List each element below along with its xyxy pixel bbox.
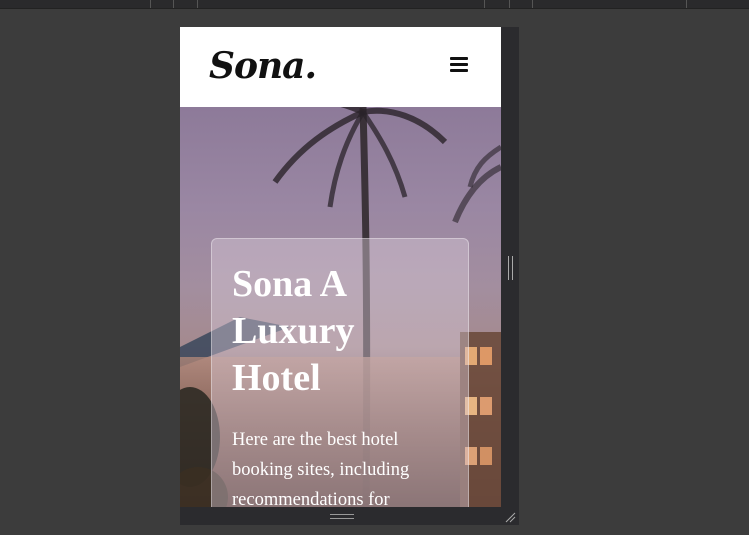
hero-description: Here are the best hotel booking sites, i… — [232, 430, 410, 507]
hero-section: Sona A Luxury Hotel Here are the best ho… — [180, 107, 501, 507]
site-header: Sona. — [180, 27, 501, 107]
site-logo[interactable]: Sona. — [209, 45, 317, 87]
menu-bar — [450, 69, 468, 72]
toolbar-divider — [150, 0, 151, 8]
toolbar-divider — [532, 0, 533, 8]
toolbar-divider — [686, 0, 687, 8]
vertical-scrollbar[interactable] — [501, 27, 519, 507]
menu-bar — [450, 63, 468, 66]
editor-top-toolbar — [0, 0, 749, 9]
frame-bottom-bar — [180, 507, 519, 525]
toolbar-divider — [197, 0, 198, 8]
hero-text-card: Sona A Luxury Hotel Here are the best ho… — [211, 238, 469, 507]
hamburger-menu-icon[interactable] — [450, 57, 468, 73]
toolbar-divider — [484, 0, 485, 8]
mobile-preview-frame: Sona. Sona A Luxury Hotel Here are the b… — [180, 27, 519, 525]
hero-title: Sona A Luxury Hotel — [232, 263, 355, 399]
scrollbar-grip-icon[interactable] — [508, 256, 513, 280]
drag-handle-icon[interactable] — [330, 514, 354, 519]
menu-bar — [450, 57, 468, 60]
toolbar-divider — [173, 0, 174, 8]
mobile-viewport[interactable]: Sona. Sona A Luxury Hotel Here are the b… — [180, 27, 501, 507]
resize-corner-icon[interactable] — [504, 511, 516, 523]
toolbar-divider — [509, 0, 510, 8]
